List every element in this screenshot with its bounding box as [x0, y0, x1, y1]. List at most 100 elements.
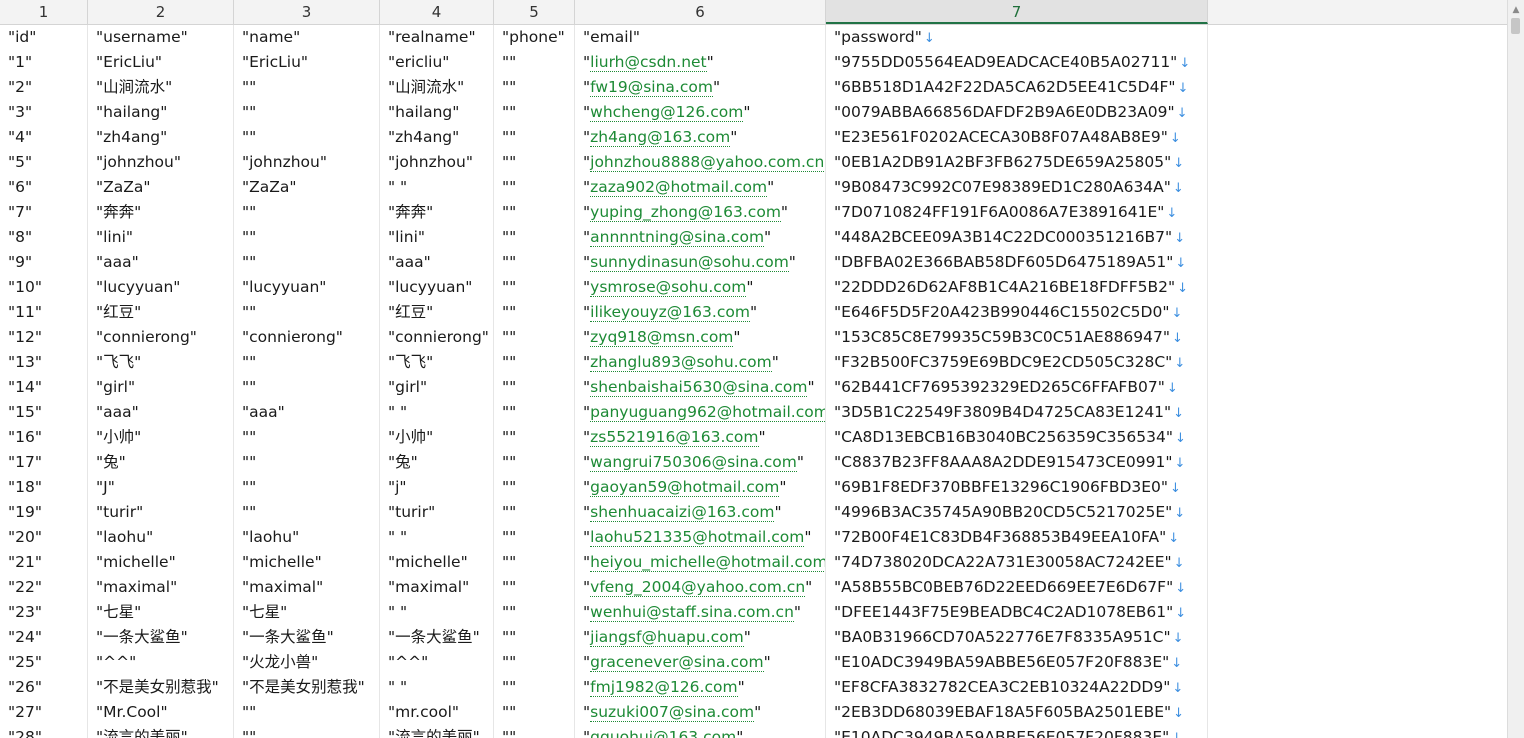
cell-username[interactable]: "飞飞" [88, 350, 234, 375]
cell-password[interactable]: "EF8CFA3832782CEA3C2EB10324A22DD9" ↓ [826, 675, 1208, 700]
cell-realname[interactable]: "奔奔" [380, 200, 494, 225]
cell-realname[interactable]: "aaa" [380, 250, 494, 275]
cell-password[interactable]: "E10ADC3949BA59ABBE56E057F20F883E"↓ [826, 725, 1208, 738]
email-link[interactable]: heiyou_michelle@hotmail.com [590, 553, 825, 572]
cell-realname[interactable]: "johnzhou" [380, 150, 494, 175]
column-header-4[interactable]: 4 [380, 0, 494, 24]
cell-email[interactable]: "panyuguang962@hotmail.com" [575, 400, 826, 425]
cell-email[interactable]: "wenhui@staff.sina.com.cn" [575, 600, 826, 625]
cell-phone[interactable]: "" [494, 550, 575, 575]
email-link[interactable]: johnzhou8888@yahoo.com.cn [590, 153, 825, 172]
cell-name[interactable]: "" [234, 500, 380, 525]
email-link[interactable]: whcheng@126.com [590, 103, 744, 122]
cell-phone[interactable]: "" [494, 75, 575, 100]
cell-name[interactable]: "" [234, 350, 380, 375]
cell-username[interactable]: "username" [88, 25, 234, 50]
cell-email[interactable]: "jiangsf@huapu.com" [575, 625, 826, 650]
cell-email[interactable]: "yuping_zhong@163.com" [575, 200, 826, 225]
email-link[interactable]: gaoyan59@hotmail.com [590, 478, 780, 497]
cell-name[interactable]: "" [234, 200, 380, 225]
cell-realname[interactable]: "小帅" [380, 425, 494, 450]
email-link[interactable]: gguohui@163.com [590, 728, 737, 738]
cell-phone[interactable]: "" [494, 400, 575, 425]
cell-phone[interactable]: "" [494, 225, 575, 250]
cell-id[interactable]: "12" [0, 325, 88, 350]
email-link[interactable]: zhanglu893@sohu.com [590, 353, 772, 372]
cell-id[interactable]: "2" [0, 75, 88, 100]
cell-name[interactable]: "connierong" [234, 325, 380, 350]
cell-realname[interactable]: "j" [380, 475, 494, 500]
cell-username[interactable]: "turir" [88, 500, 234, 525]
cell-username[interactable]: "^^" [88, 650, 234, 675]
cell-name[interactable]: "一条大鲨鱼" [234, 625, 380, 650]
cell-username[interactable]: "michelle" [88, 550, 234, 575]
cell-realname[interactable]: "兔" [380, 450, 494, 475]
cell-id[interactable]: "21" [0, 550, 88, 575]
email-link[interactable]: gracenever@sina.com [590, 653, 764, 672]
cell-email[interactable]: "sunnydinasun@sohu.com" [575, 250, 826, 275]
email-link[interactable]: zyq918@msn.com [590, 328, 734, 347]
cell-password[interactable]: "6BB518D1A42F22DA5CA62D5EE41C5D4F" ↓ [826, 75, 1208, 100]
scrollbar-thumb[interactable] [1511, 18, 1520, 34]
email-link[interactable]: suzuki007@sina.com [590, 703, 755, 722]
cell-email[interactable]: "zaza902@hotmail.com" [575, 175, 826, 200]
cell-email[interactable]: "johnzhou8888@yahoo.com.cn" [575, 150, 826, 175]
cell-name[interactable]: "" [234, 75, 380, 100]
cell-password[interactable]: "9B08473C992C07E98389ED1C280A634A" ↓ [826, 175, 1208, 200]
email-link[interactable]: fw19@sina.com [590, 78, 713, 97]
email-link[interactable]: fmj1982@126.com [590, 678, 738, 697]
column-header-7[interactable]: 7 [826, 0, 1208, 24]
cell-phone[interactable]: "" [494, 425, 575, 450]
cell-password[interactable]: "E10ADC3949BA59ABBE56E057F20F883E"↓ [826, 650, 1208, 675]
cell-email[interactable]: "laohu521335@hotmail.com" [575, 525, 826, 550]
cell-username[interactable]: "laohu" [88, 525, 234, 550]
cell-password[interactable]: "22DDD26D62AF8B1C4A216BE18FDFF5B2" ↓ [826, 275, 1208, 300]
cell-phone[interactable]: "" [494, 125, 575, 150]
cell-password[interactable]: "C8837B23FF8AAA8A2DDE915473CE0991" ↓ [826, 450, 1208, 475]
cell-email[interactable]: "gguohui@163.com" [575, 725, 826, 738]
column-header-5[interactable]: 5 [494, 0, 575, 24]
cell-realname[interactable]: "山涧流水" [380, 75, 494, 100]
cell-realname[interactable]: "hailang" [380, 100, 494, 125]
cell-realname[interactable]: "mr.cool" [380, 700, 494, 725]
cell-username[interactable]: "Mr.Cool" [88, 700, 234, 725]
email-link[interactable]: laohu521335@hotmail.com [590, 528, 805, 547]
email-link[interactable]: liurh@csdn.net [590, 53, 707, 72]
cell-id[interactable]: "15" [0, 400, 88, 425]
cell-email[interactable]: "fw19@sina.com" [575, 75, 826, 100]
cell-username[interactable]: "aaa" [88, 250, 234, 275]
cell-id[interactable]: "3" [0, 100, 88, 125]
cell-email[interactable]: "shenbaishai5630@sina.com" [575, 375, 826, 400]
cell-username[interactable]: "aaa" [88, 400, 234, 425]
cell-phone[interactable]: "" [494, 150, 575, 175]
cell-id[interactable]: "13" [0, 350, 88, 375]
cell-realname[interactable]: "realname" [380, 25, 494, 50]
cell-id[interactable]: "24" [0, 625, 88, 650]
column-header-2[interactable]: 2 [88, 0, 234, 24]
cell-username[interactable]: "girl" [88, 375, 234, 400]
cell-id[interactable]: "8" [0, 225, 88, 250]
cell-password[interactable]: "72B00F4E1C83DB4F368853B49EEA10FA" ↓ [826, 525, 1208, 550]
cell-id[interactable]: "22" [0, 575, 88, 600]
cell-password[interactable]: "0079ABBA66856DAFDF2B9A6E0DB23A09" ↓ [826, 100, 1208, 125]
cell-name[interactable]: "七星" [234, 600, 380, 625]
cell-username[interactable]: "一条大鲨鱼" [88, 625, 234, 650]
cell-username[interactable]: "hailang" [88, 100, 234, 125]
cell-username[interactable]: "奔奔" [88, 200, 234, 225]
cell-phone[interactable]: "" [494, 300, 575, 325]
cell-id[interactable]: "19" [0, 500, 88, 525]
cell-name[interactable]: "" [234, 250, 380, 275]
cell-realname[interactable]: " " [380, 525, 494, 550]
cell-phone[interactable]: "" [494, 275, 575, 300]
cell-id[interactable]: "26" [0, 675, 88, 700]
email-link[interactable]: ilikeyouyz@163.com [590, 303, 750, 322]
cell-username[interactable]: "七星" [88, 600, 234, 625]
cell-username[interactable]: "connierong" [88, 325, 234, 350]
cell-email[interactable]: "zhanglu893@sohu.com" [575, 350, 826, 375]
cell-email[interactable]: "suzuki007@sina.com" [575, 700, 826, 725]
cell-phone[interactable]: "" [494, 575, 575, 600]
cell-email[interactable]: "ilikeyouyz@163.com" [575, 300, 826, 325]
email-link[interactable]: vfeng_2004@yahoo.com.cn [590, 578, 806, 597]
cell-password[interactable]: "4996B3AC35745A90BB20CD5C5217025E" ↓ [826, 500, 1208, 525]
cell-phone[interactable]: "" [494, 450, 575, 475]
